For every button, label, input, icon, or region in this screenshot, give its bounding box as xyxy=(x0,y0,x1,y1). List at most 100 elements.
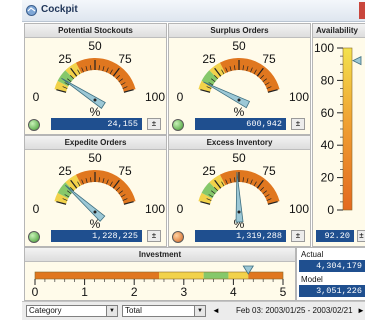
gauge-tick-label: 0 xyxy=(33,202,40,216)
investment-tick-label: 5 xyxy=(280,285,287,299)
gauge-panel-expedite-orders: Expedite Orders 0 25 50 75 100% 1,228,225 ± xyxy=(24,135,167,247)
gauge-dial: 0255075100% xyxy=(177,39,310,118)
investment-tick-label: 3 xyxy=(180,285,187,299)
availability-panel: Availability 100 80 60 40 20 0 92.20 ± xyxy=(312,23,365,247)
category-select[interactable]: Category ▼ xyxy=(26,305,118,317)
expand-button[interactable]: ± xyxy=(291,230,305,242)
gauge-needle xyxy=(64,184,106,222)
cockpit-app-icon xyxy=(26,5,37,16)
investment-band xyxy=(35,272,159,279)
gauge-tick-label: 0 xyxy=(177,202,184,216)
gauge-pivot xyxy=(93,98,97,102)
gauge-value: 600,942 xyxy=(195,118,286,130)
expand-button[interactable]: ± xyxy=(147,230,161,242)
total-select[interactable]: Total ▼ xyxy=(122,305,206,317)
investment-tick-label: 1 xyxy=(81,285,88,299)
bottom-toolbar: Category ▼ Total ▼ ◄ Feb 03: 2003/01/25 … xyxy=(22,301,365,320)
investment-metrics-panel: Actual 4,304,179 Model 3,051,226 xyxy=(296,247,365,301)
availability-tick-label: 20 xyxy=(321,171,335,185)
gauge-tick-label: 100 xyxy=(145,202,165,216)
expand-button[interactable]: ± xyxy=(291,118,305,130)
chevron-down-icon[interactable]: ▼ xyxy=(194,306,205,316)
next-period-button[interactable]: ► xyxy=(355,305,365,317)
availability-tick-label: 0 xyxy=(327,203,334,217)
investment-tick-label: 0 xyxy=(32,285,39,299)
investment-tick-label: 4 xyxy=(230,285,237,299)
close-button[interactable] xyxy=(359,2,365,19)
gauge-tick-label: 25 xyxy=(202,164,216,178)
gauge-readout: 1,228,225 ± xyxy=(25,229,166,244)
gauge-tick-label: 50 xyxy=(232,151,246,165)
period-text: Feb 03: 2003/01/25 - 2003/02/21 xyxy=(236,306,353,315)
gauge-tick-label: 100 xyxy=(289,202,309,216)
gauge-tick-label: 0 xyxy=(177,90,184,104)
gauge-readout: 1,319,288 ± xyxy=(169,229,310,244)
gauge-panel-surplus-orders: Surplus Orders 0 25 50 75 100% 600,942 ± xyxy=(168,23,311,135)
gauge-panel-excess-inventory: Excess Inventory 0 25 50 75 100% 1,319,288 ± xyxy=(168,135,311,247)
gauge-title: Surplus Orders xyxy=(169,24,310,38)
model-value: 3,051,226 xyxy=(299,285,365,297)
investment-scale: 0 1 2 3 4 5 xyxy=(32,265,287,299)
availability-tick-label: 100 xyxy=(314,41,334,55)
gauge-title: Expedite Orders xyxy=(25,136,166,150)
gauge-pivot xyxy=(237,98,241,102)
chevron-down-icon[interactable]: ▼ xyxy=(106,306,117,316)
gauge-panel-potential-stockouts: Potential Stockouts 0 25 50 75 100% 24,155 ± xyxy=(24,23,167,135)
gauge-readout: 600,942 ± xyxy=(169,117,310,132)
gauge-tick-label: 25 xyxy=(202,52,216,66)
previous-period-button[interactable]: ◄ xyxy=(210,305,222,317)
investment-title: Investment xyxy=(25,248,295,262)
status-led xyxy=(172,119,184,131)
gauge-dial: 0255075100% xyxy=(33,151,166,230)
gauge-tick-label: 75 xyxy=(262,164,276,178)
cockpit-window: Cockpit Potential Stockouts 0 25 50 75 100% … xyxy=(22,0,365,320)
availability-bar xyxy=(342,47,353,211)
gauge-value: 1,228,225 xyxy=(51,230,142,242)
title-bar: Cockpit xyxy=(22,0,365,22)
availability-value: 92.20 xyxy=(316,230,354,242)
gauge-readout: 24,155 ± xyxy=(25,117,166,132)
model-label: Model xyxy=(301,275,323,284)
status-led xyxy=(172,231,184,243)
gauge-title: Excess Inventory xyxy=(169,136,310,150)
investment-tick-label: 2 xyxy=(131,285,138,299)
investment-band xyxy=(203,272,229,279)
investment-panel: Investment 0 1 2 3 4 5 xyxy=(24,247,296,301)
actual-label: Actual xyxy=(301,250,324,259)
actual-value: 4,304,179 xyxy=(299,260,365,272)
gauge-needle xyxy=(203,81,251,109)
investment-band xyxy=(159,272,204,279)
total-select-value: Total xyxy=(125,306,142,315)
status-led xyxy=(28,231,40,243)
gauge-tick-label: 50 xyxy=(88,151,102,165)
availability-thermometer: 100 80 60 40 20 0 xyxy=(314,41,362,217)
category-select-value: Category xyxy=(29,306,62,315)
gauge-dial: 0255075100% xyxy=(33,39,166,118)
gauge-tick-label: 75 xyxy=(118,52,132,66)
investment-band xyxy=(248,272,283,279)
gauge-title: Potential Stockouts xyxy=(25,24,166,38)
gauge-needle xyxy=(61,77,106,109)
gauge-tick-label: 0 xyxy=(33,90,40,104)
availability-title: Availability xyxy=(313,24,365,38)
gauge-tick-label: 50 xyxy=(88,39,102,53)
availability-tick-label: 80 xyxy=(321,73,335,87)
availability-tick-label: 40 xyxy=(321,138,335,152)
gauge-value: 24,155 xyxy=(51,118,142,130)
gauge-tick-label: 100 xyxy=(289,90,309,104)
status-led xyxy=(28,119,40,131)
gauge-tick-label: 75 xyxy=(262,52,276,66)
gauge-pivot xyxy=(237,210,241,214)
gauge-tick-label: 75 xyxy=(118,164,132,178)
window-title: Cockpit xyxy=(41,4,78,15)
gauge-tick-label: 50 xyxy=(232,39,246,53)
availability-expand-button[interactable]: ± xyxy=(357,230,365,242)
expand-button[interactable]: ± xyxy=(147,118,161,130)
availability-tick-label: 60 xyxy=(321,106,335,120)
gauge-tick-label: 100 xyxy=(145,90,165,104)
gauge-tick-label: 25 xyxy=(58,164,72,178)
availability-marker xyxy=(352,55,362,66)
gauge-dial: 0255075100% xyxy=(177,151,310,230)
gauge-value: 1,319,288 xyxy=(195,230,286,242)
investment-band xyxy=(228,272,249,279)
